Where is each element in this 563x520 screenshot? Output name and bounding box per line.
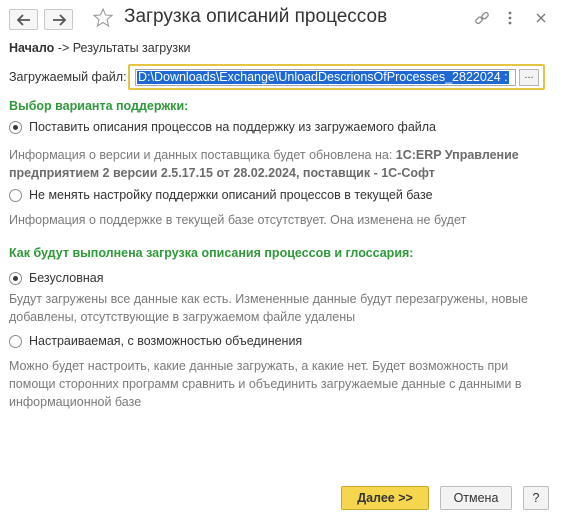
support-option-import-radio[interactable] bbox=[9, 121, 22, 134]
hint-text: Информация о версии и данных поставщика … bbox=[9, 148, 393, 162]
support-option-keep-radio[interactable] bbox=[9, 189, 22, 202]
radio-selected-dot bbox=[13, 276, 18, 281]
close-icon bbox=[536, 12, 546, 26]
breadcrumb: Начало -> Результаты загрузки bbox=[9, 41, 191, 55]
help-button[interactable]: ? bbox=[523, 486, 549, 510]
more-menu-button[interactable] bbox=[503, 9, 517, 29]
load-option-custom-hint: Можно будет настроить, какие данные загр… bbox=[9, 357, 554, 411]
load-option-unconditional-label[interactable]: Безусловная bbox=[29, 271, 103, 285]
load-option-unconditional-hint: Будут загружены все данные как есть. Изм… bbox=[9, 290, 554, 326]
hint-line: добавлены, отсутствующие в загружаемом ф… bbox=[9, 310, 356, 324]
hint-line: информационной базе bbox=[9, 395, 142, 409]
close-button[interactable] bbox=[532, 9, 550, 29]
support-option-import-label[interactable]: Поставить описания процессов на поддержк… bbox=[29, 120, 436, 134]
support-option-import-hint: Информация о версии и данных поставщика … bbox=[9, 146, 549, 182]
back-arrow-icon bbox=[16, 13, 31, 26]
file-path-input[interactable]: D:\Downloads\Exchange\UnloadDescrionsOfP… bbox=[135, 69, 516, 86]
file-path-value: D:\Downloads\Exchange\UnloadDescrionsOfP… bbox=[137, 70, 509, 84]
next-button[interactable]: Далее >> bbox=[341, 486, 429, 510]
breadcrumb-current: Начало bbox=[9, 41, 55, 55]
forward-button[interactable] bbox=[44, 9, 73, 30]
support-option-keep-label[interactable]: Не менять настройку поддержки описаний п… bbox=[29, 188, 433, 202]
support-heading: Выбор варианта поддержки: bbox=[9, 99, 189, 113]
back-button[interactable] bbox=[9, 9, 38, 30]
file-field-label: Загружаемый файл: bbox=[9, 70, 127, 84]
breadcrumb-next[interactable]: Результаты загрузки bbox=[73, 41, 191, 55]
copy-link-button[interactable] bbox=[472, 9, 492, 29]
hint-line: Можно будет настроить, какие данные загр… bbox=[9, 359, 509, 373]
hint-bold-vendor: 1С:ERP Управление bbox=[395, 148, 519, 162]
forward-arrow-icon bbox=[52, 13, 66, 26]
hint-line: помощи сторонних программ сравнить и объ… bbox=[9, 377, 522, 391]
hint-bold-version: предприятием 2 версии 2.5.17.15 от 28.02… bbox=[9, 166, 435, 180]
load-option-unconditional-radio[interactable] bbox=[9, 272, 22, 285]
breadcrumb-separator: -> bbox=[57, 41, 70, 55]
load-option-custom-label[interactable]: Настраиваемая, с возможностью объединени… bbox=[29, 334, 302, 348]
load-option-custom-radio[interactable] bbox=[9, 335, 22, 348]
file-field: D:\Downloads\Exchange\UnloadDescrionsOfP… bbox=[128, 64, 545, 90]
radio-selected-dot bbox=[13, 125, 18, 130]
support-option-keep-hint: Информация о поддержке в текущей базе от… bbox=[9, 213, 467, 227]
window-title: Загрузка описаний процессов bbox=[124, 6, 388, 27]
star-icon bbox=[92, 7, 114, 30]
favorite-star-button[interactable] bbox=[91, 7, 115, 30]
hint-line: Будут загружены все данные как есть. Изм… bbox=[9, 292, 528, 306]
link-icon bbox=[474, 10, 490, 29]
more-vertical-icon bbox=[508, 11, 512, 28]
browse-button[interactable]: ... bbox=[519, 69, 539, 86]
load-heading: Как будут выполнена загрузка описания пр… bbox=[9, 246, 414, 260]
cancel-button[interactable]: Отмена bbox=[440, 486, 512, 510]
